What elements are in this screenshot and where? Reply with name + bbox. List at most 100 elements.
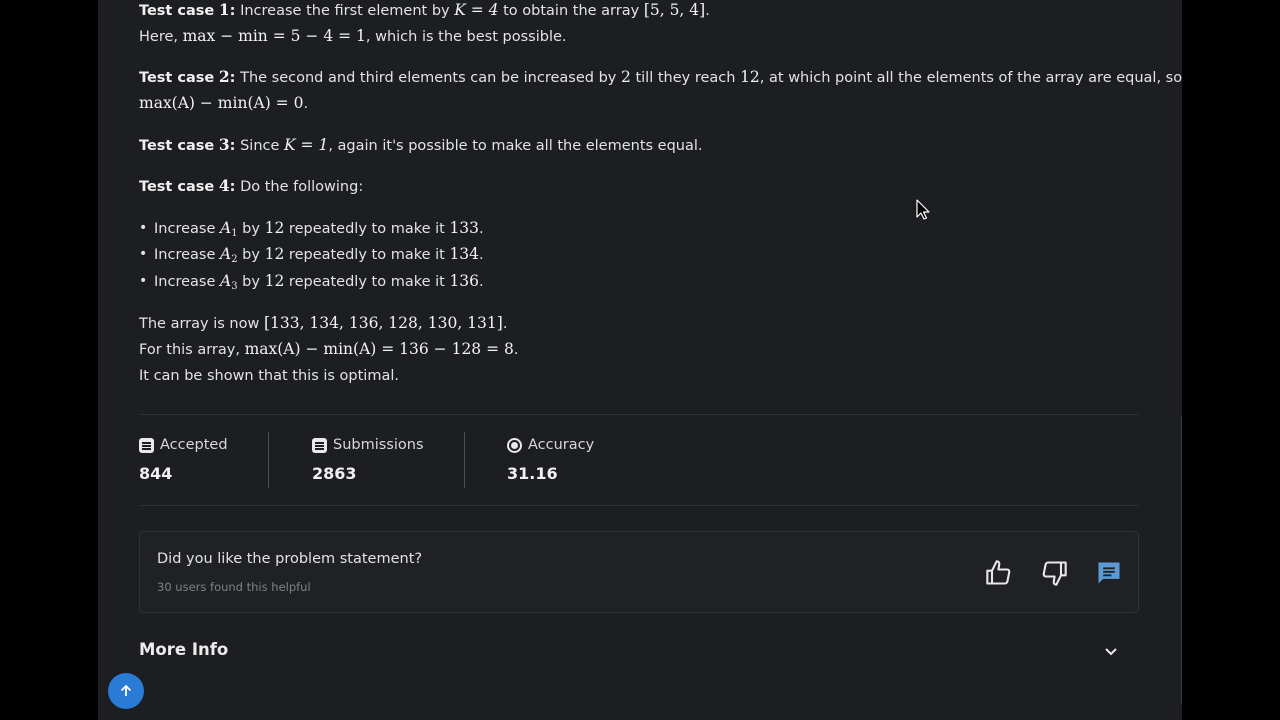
math: max(A) − min(A) = 136 − 128 = 8 — [244, 340, 514, 358]
list-item: • Increase A1 by 12 repeatedly to make i… — [139, 218, 484, 244]
text: The second and third elements can be inc… — [235, 70, 621, 86]
test-case-number: 4 — [218, 176, 230, 195]
text: Increase — [154, 274, 220, 290]
test-case-number: 2 — [218, 67, 230, 86]
thumbs-up-button[interactable] — [985, 559, 1013, 587]
text: , again it's possible to make all the el… — [328, 138, 703, 154]
stat-divider — [268, 432, 269, 488]
thumbs-down-button[interactable] — [1040, 559, 1068, 587]
stat-label: Accepted — [160, 437, 228, 453]
text: Increase — [154, 221, 220, 237]
text: repeatedly to make it — [284, 274, 450, 290]
math-variable: A — [219, 272, 232, 290]
scroll-to-top-button[interactable] — [108, 673, 144, 709]
stat-value: 844 — [139, 464, 173, 483]
text: by — [237, 221, 265, 237]
chevron-down-icon — [1105, 648, 1117, 656]
text: Increase — [154, 247, 220, 263]
test-case-3-line: Test case 3: Since K = 1, again it's pos… — [139, 135, 703, 156]
text: Increase the first element by — [235, 3, 455, 19]
text: Here, — [139, 29, 183, 45]
stat-submissions: Submissions 2863 — [312, 434, 424, 483]
math: K = 4 — [454, 1, 499, 19]
stat-value: 2863 — [312, 464, 357, 483]
stat-accepted: Accepted 844 — [139, 434, 228, 483]
thumbs-up-icon — [986, 560, 1011, 585]
math-variable: A — [219, 245, 232, 263]
test-case-2-line: Test case 2: The second and third elemen… — [139, 67, 1182, 88]
mouse-cursor-icon — [916, 199, 930, 220]
text: . — [705, 3, 710, 19]
text: by — [237, 247, 265, 263]
text: repeatedly to make it — [284, 221, 450, 237]
text: to obtain the array — [498, 3, 644, 19]
test-case-number: 1 — [218, 0, 230, 19]
comment-icon — [1098, 562, 1120, 584]
stat-label: Submissions — [333, 437, 424, 453]
bullet-icon: • — [139, 273, 148, 289]
list-item: • Increase A3 by 12 repeatedly to make i… — [139, 271, 484, 297]
text: Do the following: — [235, 179, 364, 195]
text: . — [479, 274, 484, 290]
result-line-3: It can be shown that this is optimal. — [139, 366, 399, 386]
math: 136 — [449, 272, 480, 290]
text: . — [479, 247, 484, 263]
more-info-toggle[interactable]: More Info — [139, 640, 1129, 664]
test-case-1-line: Test case 1: Increase the first element … — [139, 0, 710, 21]
result-line-2: For this array, max(A) − min(A) = 136 − … — [139, 339, 518, 360]
arrow-up-icon — [120, 684, 132, 696]
text: Since — [235, 138, 285, 154]
feedback-question: Did you like the problem statement? — [157, 551, 423, 567]
math-variable: A — [219, 219, 232, 237]
stat-label: Accuracy — [528, 437, 595, 453]
text: For this array, — [139, 342, 245, 358]
math: 133 — [449, 219, 480, 237]
text: . — [502, 316, 508, 332]
text: , which is the best possible. — [365, 29, 567, 45]
text: , at which point all the elements of the… — [759, 70, 1183, 86]
math: 12 — [264, 272, 285, 290]
helpful-count: 30 users found this helpful — [157, 580, 311, 594]
math: [5, 5, 4] — [643, 1, 706, 19]
math: 2 — [620, 68, 631, 86]
comment-button[interactable] — [1095, 559, 1123, 587]
test-case-2-line-2: max(A) − min(A) = 0. — [139, 93, 308, 114]
test-case-label: Test case — [139, 70, 215, 86]
accuracy-icon — [507, 437, 522, 453]
math: [133, 134, 136, 128, 130, 131] — [263, 314, 503, 332]
math: 12 — [740, 68, 760, 86]
math: 12 — [264, 245, 285, 263]
text: by — [237, 274, 265, 290]
stat-accuracy: Accuracy 31.16 — [507, 434, 594, 483]
bullet-icon: • — [139, 220, 148, 236]
test-case-label: Test case — [139, 179, 215, 195]
math: 134 — [449, 245, 480, 263]
text: The array is now — [139, 316, 264, 332]
math: max(A) − min(A) = 0 — [139, 94, 304, 112]
feedback-card: Did you like the problem statement? 30 u… — [139, 531, 1139, 613]
divider — [139, 505, 1139, 506]
stat-divider — [464, 432, 465, 488]
text: . — [513, 342, 519, 358]
result-line-1: The array is now [133, 134, 136, 128, 13… — [139, 313, 507, 334]
text: . — [479, 221, 484, 237]
text: . — [303, 96, 309, 112]
scrollbar-track[interactable] — [1181, 416, 1182, 704]
submissions-icon — [312, 437, 327, 453]
test-case-label: Test case — [139, 138, 215, 154]
text: repeatedly to make it — [284, 247, 450, 263]
text: It can be shown that this is optimal. — [139, 368, 399, 384]
thumbs-down-icon — [1042, 561, 1067, 586]
more-info-label: More Info — [139, 640, 229, 659]
test-case-label: Test case — [139, 3, 215, 19]
bullet-icon: • — [139, 246, 148, 262]
accepted-icon — [139, 437, 154, 453]
list-item: • Increase A2 by 12 repeatedly to make i… — [139, 244, 484, 270]
test-case-4-line: Test case 4: Do the following: — [139, 176, 363, 197]
test-case-1-line-2: Here, max − min = 5 − 4 = 1, which is th… — [139, 26, 567, 47]
math: max − min = 5 − 4 = 1 — [182, 27, 366, 45]
divider — [139, 414, 1139, 415]
text: till they reach — [630, 70, 741, 86]
stat-value: 31.16 — [507, 464, 558, 483]
test-case-number: 3 — [218, 135, 230, 154]
